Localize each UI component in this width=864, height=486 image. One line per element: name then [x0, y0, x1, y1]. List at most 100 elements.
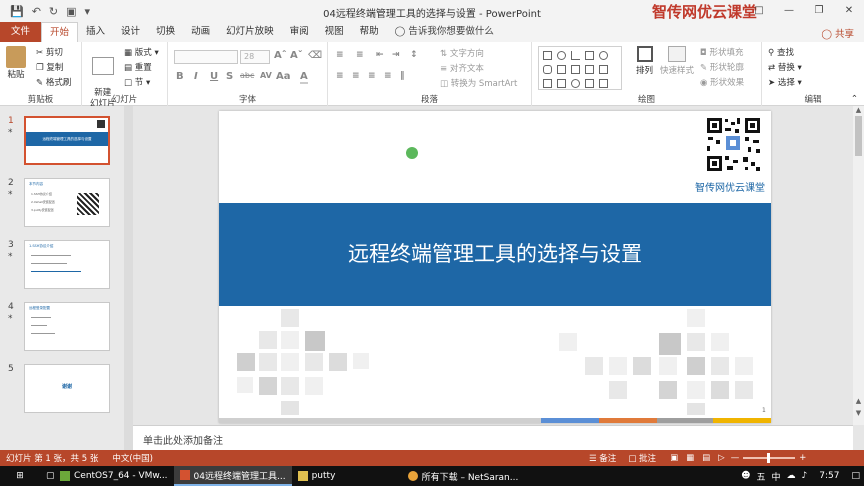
line-shape-icon[interactable] — [571, 51, 580, 60]
task-view-icon[interactable]: ▢ — [40, 466, 55, 486]
line-spacing-icon[interactable]: ↕ — [410, 50, 418, 60]
section-button[interactable]: □ 节 ▾ — [124, 76, 150, 88]
strikethrough-button[interactable]: abc — [240, 71, 254, 80]
paste-button[interactable]: 粘贴 — [6, 46, 26, 80]
clock[interactable]: 7:57 — [819, 471, 839, 481]
taskbar-item-putty[interactable]: putty — [292, 466, 402, 486]
align-text-button[interactable]: ≡ 对齐文本 — [440, 62, 484, 74]
tab-review[interactable]: 审阅 — [282, 22, 317, 42]
notes-pane[interactable]: 单击此处添加备注 — [133, 425, 853, 450]
volume-icon[interactable]: ♪ — [802, 471, 808, 481]
ime-mode-indicator[interactable]: 中 — [772, 470, 781, 483]
char-spacing-button[interactable]: AV — [260, 71, 272, 80]
normal-view-icon[interactable]: ▣ — [670, 453, 678, 463]
tab-view[interactable]: 视图 — [317, 22, 352, 42]
justify-icon[interactable]: ≡ — [384, 71, 392, 81]
smartart-button[interactable]: ◫ 转换为 SmartArt — [440, 77, 517, 89]
scroll-thumb[interactable] — [855, 116, 862, 156]
collapse-ribbon-icon[interactable]: ⌃ — [851, 94, 858, 104]
curve-shape-icon[interactable] — [585, 79, 594, 88]
format-painter-button[interactable]: ✎ 格式刷 — [36, 76, 71, 88]
tab-transitions[interactable]: 切换 — [148, 22, 183, 42]
tab-animations[interactable]: 动画 — [183, 22, 218, 42]
circle-shape-icon[interactable] — [599, 51, 608, 60]
shape-fill-button[interactable]: ◘ 形状填充 — [700, 46, 743, 58]
grow-font-icon[interactable]: Aˆ — [274, 50, 287, 61]
quick-styles-button[interactable]: 快速样式 — [660, 46, 694, 76]
font-size-combo[interactable]: 28 — [240, 50, 270, 64]
ribbon-options-icon[interactable]: □ — [744, 0, 774, 22]
reset-button[interactable]: ▤ 重置 — [124, 61, 152, 73]
layout-button[interactable]: ▦ 版式 ▾ — [124, 46, 159, 58]
triangle-shape-icon[interactable] — [557, 65, 566, 74]
current-slide[interactable]: 智传网优云课堂 远程终端管理工具的选择与设置 1 — [219, 111, 771, 423]
change-case-button[interactable]: Aa — [276, 71, 291, 82]
tab-slideshow[interactable]: 幻灯片放映 — [218, 22, 282, 42]
replace-button[interactable]: ⇄ 替换 ▾ — [768, 61, 802, 73]
tab-help[interactable]: 帮助 — [352, 22, 387, 42]
tell-me-box[interactable]: ◯ 告诉我你想要做什么 — [387, 22, 502, 42]
shadow-button[interactable]: S — [226, 71, 233, 82]
increase-indent-icon[interactable]: ⇥ — [392, 50, 400, 60]
taskbar-item-chrome[interactable]: 所有下载 – NetSaran... — [402, 466, 525, 486]
arrange-button[interactable]: 排列 — [636, 46, 653, 76]
tab-file[interactable]: 文件 — [0, 22, 42, 42]
font-name-combo[interactable] — [174, 50, 238, 64]
tab-insert[interactable]: 插入 — [78, 22, 113, 42]
copy-button[interactable]: ❐ 复制 — [36, 61, 63, 73]
connector-shape-icon[interactable] — [571, 65, 580, 74]
scroll-up-icon[interactable]: ▲ — [853, 106, 864, 114]
align-center-icon[interactable]: ≡ — [352, 71, 360, 81]
find-button[interactable]: ⚲ 查找 — [768, 46, 794, 58]
italic-button[interactable]: I — [194, 71, 198, 82]
language-indicator[interactable]: 中文(中国) — [112, 452, 153, 464]
zoom-out-icon[interactable]: — — [731, 453, 740, 463]
numbering-icon[interactable]: ≡ — [356, 50, 364, 60]
tab-home[interactable]: 开始 — [41, 22, 79, 42]
clear-format-icon[interactable]: ⌫ — [308, 50, 322, 61]
underline-button[interactable]: U — [210, 71, 218, 82]
network-icon[interactable]: ☁ — [787, 471, 796, 481]
slideshow-view-icon[interactable]: ▷ — [718, 453, 725, 463]
next-slide-icon[interactable]: ▼ — [853, 409, 864, 417]
bullets-icon[interactable]: ≡ — [336, 50, 344, 60]
columns-icon[interactable]: ‖ — [400, 71, 405, 81]
minimize-icon[interactable]: — — [774, 0, 804, 22]
people-icon[interactable]: ☻ — [741, 471, 750, 481]
windows-start-icon[interactable]: ⊞ — [0, 466, 40, 486]
taskbar-item-powerpoint[interactable]: 04远程终端管理工具... — [173, 466, 292, 486]
zoom-slider[interactable] — [743, 453, 796, 463]
notes-toggle[interactable]: ☰ 备注 — [589, 452, 616, 464]
share-button[interactable]: ◯ 共享 — [821, 26, 854, 40]
taskbar-item-vmware[interactable]: CentOS7_64 - VMw... — [54, 466, 174, 486]
shapes-gallery[interactable] — [538, 46, 622, 90]
smile-shape-icon[interactable] — [571, 79, 580, 88]
thumbnail-scrollbar[interactable] — [124, 106, 133, 450]
shape-effects-button[interactable]: ◉ 形状效果 — [700, 76, 744, 88]
comments-toggle[interactable]: □ 批注 — [628, 452, 656, 464]
align-left-icon[interactable]: ≡ — [336, 71, 344, 81]
bracket-shape-icon[interactable] — [599, 79, 608, 88]
rectangle2-shape-icon[interactable] — [585, 51, 594, 60]
select-button[interactable]: ➤ 选择 ▾ — [768, 76, 802, 88]
restore-icon[interactable]: ❐ — [804, 0, 834, 22]
slide-title[interactable]: 远程终端管理工具的选择与设置 — [219, 203, 771, 306]
notification-icon[interactable]: □ — [851, 471, 860, 481]
decrease-indent-icon[interactable]: ⇤ — [376, 50, 384, 60]
prev-slide-icon[interactable]: ▲ — [853, 397, 864, 405]
shrink-font-icon[interactable]: Aˇ — [290, 50, 303, 61]
text-direction-button[interactable]: ⇅ 文字方向 — [440, 47, 484, 59]
slide-sorter-icon[interactable]: ▦ — [686, 453, 694, 463]
reading-view-icon[interactable]: ▤ — [702, 453, 710, 463]
font-color-button[interactable]: A — [300, 71, 308, 84]
arrow-shape-icon[interactable] — [585, 65, 594, 74]
rectangle-shape-icon[interactable] — [543, 51, 552, 60]
callout-shape-icon[interactable] — [557, 79, 566, 88]
star-shape-icon[interactable] — [599, 65, 608, 74]
bold-button[interactable]: B — [176, 71, 184, 82]
cut-button[interactable]: ✂ 剪切 — [36, 46, 63, 58]
zoom-in-icon[interactable]: + — [799, 453, 806, 463]
editor-vertical-scrollbar[interactable]: ▲ ▲ ▼ — [853, 106, 864, 425]
ime-indicator[interactable]: 五 — [756, 470, 765, 483]
align-right-icon[interactable]: ≡ — [368, 71, 376, 81]
